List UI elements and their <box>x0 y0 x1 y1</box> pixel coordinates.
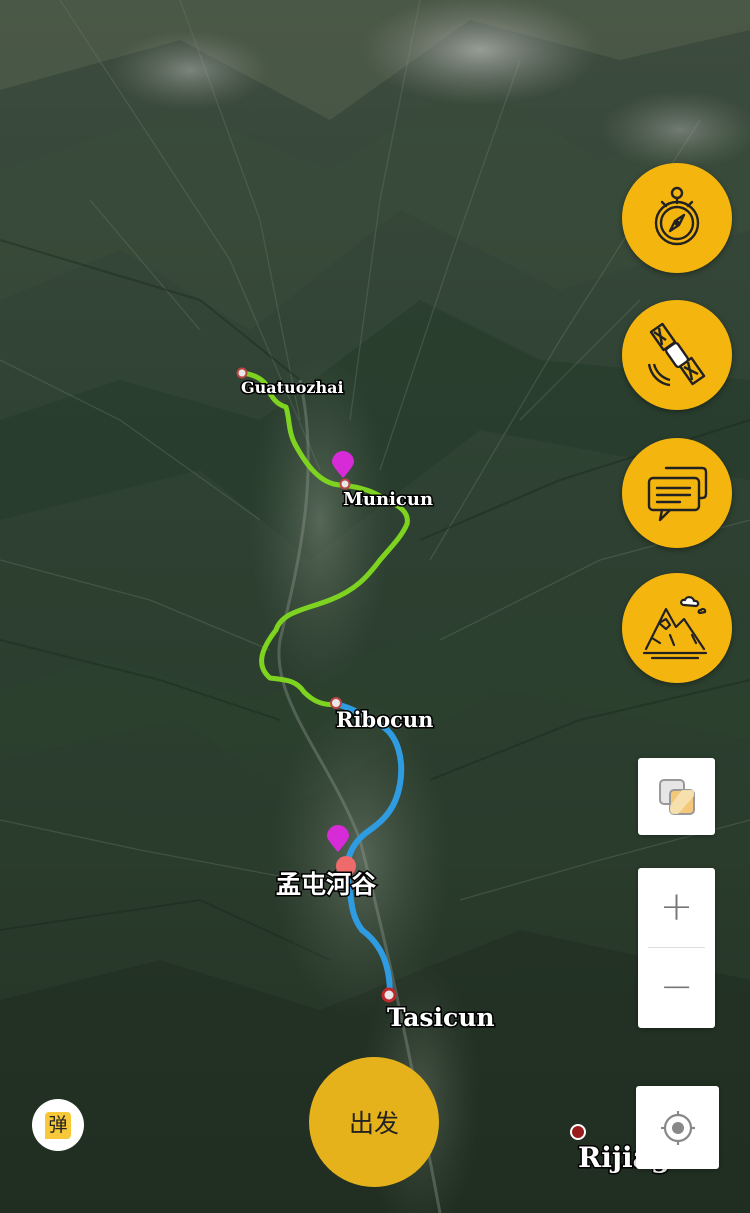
waypoint-tasicun[interactable] <box>381 987 397 1003</box>
danmu-icon: 弹 <box>45 1111 71 1139</box>
waypoint-guatuozhai[interactable] <box>236 367 248 379</box>
compass-stopwatch-icon <box>654 186 700 246</box>
satellite-button[interactable] <box>622 300 732 410</box>
label-valley: 孟屯河谷 <box>276 870 377 899</box>
waypoint-municun[interactable] <box>339 478 351 490</box>
label-municun: Municun <box>343 489 433 510</box>
depart-button[interactable]: 出发 <box>309 1057 439 1187</box>
depart-button-label: 出发 <box>348 1109 399 1138</box>
label-guatuozhai: Guatuozhai <box>241 378 344 397</box>
zoom-control: + − <box>638 868 715 1028</box>
mountain-icon <box>642 596 708 660</box>
label-tasicun: Tasicun <box>387 1003 495 1032</box>
layers-icon <box>658 778 695 815</box>
compass-button[interactable] <box>622 163 732 273</box>
chat-button[interactable] <box>622 438 732 548</box>
locate-button[interactable] <box>636 1086 719 1169</box>
layers-button[interactable] <box>638 758 715 835</box>
chat-bubbles-icon <box>647 466 708 522</box>
mountain-button[interactable] <box>622 573 732 683</box>
locate-target-icon <box>660 1110 695 1145</box>
label-ribocun: Ribocun <box>336 707 433 732</box>
zoom-in-button[interactable]: + <box>638 868 715 945</box>
waypoint-rijiagun[interactable] <box>570 1124 586 1140</box>
danmu-button[interactable]: 弹 <box>32 1099 84 1151</box>
satellite-icon <box>647 322 706 387</box>
zoom-out-button[interactable]: − <box>638 948 715 1025</box>
